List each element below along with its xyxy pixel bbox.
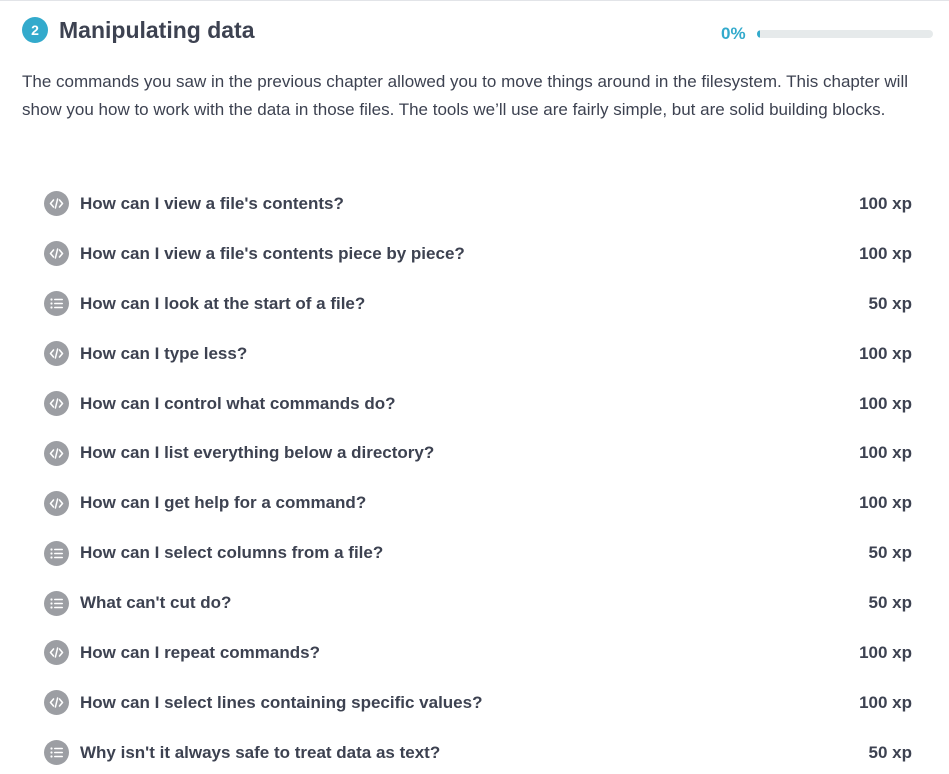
lesson-title: How can I list everything below a direct…	[80, 443, 435, 463]
code-icon	[44, 241, 69, 267]
lesson-item[interactable]: How can I get help for a command? 100 xp	[44, 478, 912, 528]
lesson-item[interactable]: How can I look at the start of a file? 5…	[44, 279, 912, 329]
lesson-item[interactable]: How can I control what commands do? 100 …	[44, 379, 912, 429]
code-icon	[44, 191, 69, 217]
code-icon	[44, 341, 69, 367]
lesson-xp: 100 xp	[859, 193, 912, 213]
lesson-item[interactable]: How can I select lines containing specif…	[44, 678, 912, 728]
lesson-xp: 50 xp	[868, 293, 912, 313]
list-icon	[44, 740, 69, 766]
chapter-description: The commands you saw in the previous cha…	[22, 72, 909, 119]
lesson-xp: 100 xp	[859, 243, 912, 263]
lesson-xp: 100 xp	[859, 443, 912, 463]
lesson-title: How can I get help for a command?	[80, 493, 367, 513]
lesson-item[interactable]: How can I list everything below a direct…	[44, 428, 912, 478]
lesson-title: How can I look at the start of a file?	[80, 293, 366, 313]
lesson-item[interactable]: How can I repeat commands? 100 xp	[44, 628, 912, 678]
lesson-title: How can I repeat commands?	[80, 642, 320, 662]
lesson-item[interactable]: How can I select columns from a file? 50…	[44, 528, 912, 578]
lesson-xp: 50 xp	[868, 543, 912, 563]
list-icon	[44, 590, 69, 616]
code-icon	[44, 440, 69, 466]
progress-percent: 0%	[721, 24, 746, 43]
lesson-xp: 100 xp	[859, 642, 912, 662]
lesson-title: How can I type less?	[80, 343, 248, 363]
lesson-title: How can I view a file's contents?	[80, 193, 344, 213]
chapter-card: 2 Manipulating data 0% The commands you …	[0, 0, 949, 774]
lesson-xp: 50 xp	[868, 593, 912, 613]
lesson-title: What can't cut do?	[80, 593, 232, 613]
lesson-title: How can I select lines containing specif…	[80, 692, 483, 712]
progress-bar	[757, 30, 933, 38]
code-icon	[44, 690, 69, 716]
lesson-item[interactable]: How can I type less? 100 xp	[44, 329, 912, 379]
lesson-title: How can I view a file's contents piece b…	[80, 243, 465, 263]
lesson-item[interactable]: What can't cut do? 50 xp	[44, 578, 912, 628]
progress-bar-fill	[757, 30, 760, 38]
lesson-title: Why isn't it always safe to treat data a…	[80, 742, 441, 762]
code-icon	[44, 391, 69, 416]
chapter-number-badge: 2	[22, 17, 48, 43]
list-icon	[44, 291, 69, 317]
chapter-title: Manipulating data	[59, 17, 255, 43]
lesson-item[interactable]: How can I view a file's contents piece b…	[44, 229, 912, 279]
lesson-xp: 100 xp	[859, 493, 912, 513]
lesson-xp: 50 xp	[868, 742, 912, 762]
lesson-xp: 100 xp	[859, 343, 912, 363]
lesson-title: How can I control what commands do?	[80, 393, 396, 413]
chapter-header: 2 Manipulating data 0%	[22, 15, 933, 47]
list-icon	[44, 540, 69, 566]
code-icon	[44, 640, 69, 666]
lesson-item[interactable]: How can I view a file's contents? 100 xp	[44, 179, 912, 229]
lesson-xp: 100 xp	[859, 692, 912, 712]
lesson-title: How can I select columns from a file?	[80, 543, 384, 563]
lesson-list: How can I view a file's contents? 100 xp…	[44, 179, 912, 774]
lesson-item[interactable]: Why isn't it always safe to treat data a…	[44, 728, 912, 774]
code-icon	[44, 490, 69, 516]
lesson-xp: 100 xp	[859, 393, 912, 413]
